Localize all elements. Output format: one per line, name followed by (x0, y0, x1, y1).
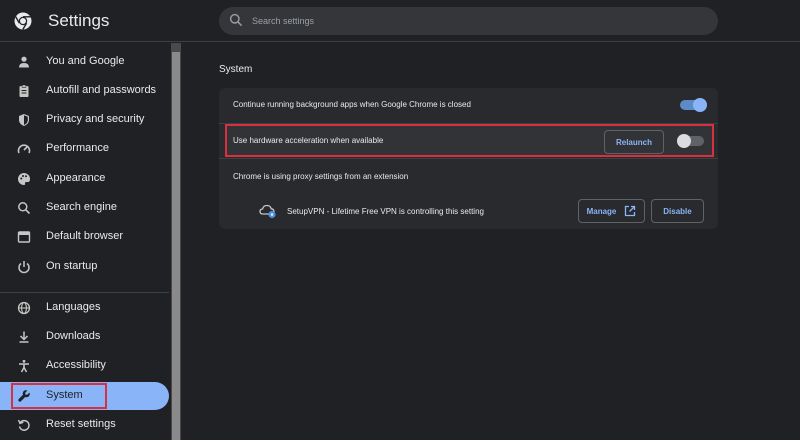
hardware-acceleration-label: Use hardware acceleration when available (233, 136, 384, 145)
extension-control-text: SetupVPN - Lifetime Free VPN is controll… (287, 207, 484, 216)
sidebar-item-label: Autofill and passwords (46, 84, 157, 96)
sidebar-item-autofill[interactable]: Autofill and passwords (0, 77, 169, 105)
power-icon (18, 261, 30, 274)
header: Settings (0, 0, 800, 42)
search-input[interactable] (252, 12, 692, 30)
sidebar-item-default-browser[interactable]: Default browser (0, 223, 169, 251)
row-separator (219, 158, 718, 159)
shield-icon (19, 114, 29, 126)
sidebar-item-reset-settings[interactable]: Reset settings (0, 411, 169, 439)
browser-icon (17, 231, 31, 243)
toggle-knob (677, 134, 691, 148)
proxy-label: Chrome is using proxy settings from an e… (233, 172, 409, 181)
manage-label: Manage (586, 206, 617, 216)
disable-button[interactable]: Disable (651, 199, 704, 223)
hardware-acceleration-row: Use hardware acceleration when available… (225, 124, 714, 157)
sidebar-item-label: You and Google (46, 55, 125, 67)
sidebar-item-appearance[interactable]: Appearance (0, 165, 169, 193)
sidebar-item-search-engine[interactable]: Search engine (0, 194, 169, 222)
clipboard-icon (19, 84, 29, 97)
background-apps-toggle[interactable] (680, 98, 707, 112)
hardware-acceleration-toggle[interactable] (677, 134, 704, 148)
chrome-logo-icon (14, 12, 32, 30)
search-icon (18, 202, 31, 215)
app-title: Settings (48, 11, 110, 30)
sidebar-item-accessibility[interactable]: Accessibility (0, 352, 169, 380)
sidebar-item-label: Accessibility (46, 359, 106, 371)
sidebar-item-label: Default browser (46, 230, 124, 242)
setupvpn-extension-icon (259, 204, 276, 219)
download-icon (19, 331, 29, 343)
sidebar-item-label: Privacy and security (46, 113, 145, 125)
system-highlight-box (11, 383, 107, 409)
manage-button[interactable]: Manage (578, 199, 645, 223)
globe-icon (17, 301, 31, 315)
sidebar-item-you-and-google[interactable]: You and Google (0, 48, 169, 76)
toggle-knob (693, 98, 707, 112)
sidebar-divider (0, 292, 169, 293)
sidebar-item-privacy-and-security[interactable]: Privacy and security (0, 106, 169, 134)
sidebar-item-label: Search engine (46, 201, 117, 213)
sidebar-item-label: Performance (46, 142, 109, 154)
sidebar-item-label: Reset settings (46, 418, 116, 430)
section-title: System (219, 64, 253, 75)
palette-icon (18, 173, 30, 185)
sidebar-item-label: Downloads (46, 330, 101, 342)
search-icon (229, 13, 243, 27)
search-box[interactable] (219, 7, 718, 35)
reset-icon (17, 419, 30, 431)
sidebar-item-languages[interactable]: Languages (0, 294, 169, 322)
sidebar-item-downloads[interactable]: Downloads (0, 323, 169, 351)
speedometer-icon (17, 144, 31, 154)
accessibility-icon (19, 359, 29, 373)
person-icon (19, 56, 29, 68)
sidebar-item-label: Appearance (46, 172, 106, 184)
scrollbar-thumb[interactable] (172, 52, 180, 440)
sidebar-item-performance[interactable]: Performance (0, 135, 169, 163)
sidebar-item-on-startup[interactable]: On startup (0, 253, 169, 281)
sidebar-item-label: On startup (46, 260, 98, 272)
background-apps-label: Continue running background apps when Go… (233, 100, 471, 109)
sidebar-item-label: Languages (46, 301, 101, 313)
relaunch-button[interactable]: Relaunch (604, 130, 664, 154)
open-in-new-icon (625, 205, 636, 217)
sidebar: You and Google Autofill and passwords Pr… (0, 43, 171, 440)
